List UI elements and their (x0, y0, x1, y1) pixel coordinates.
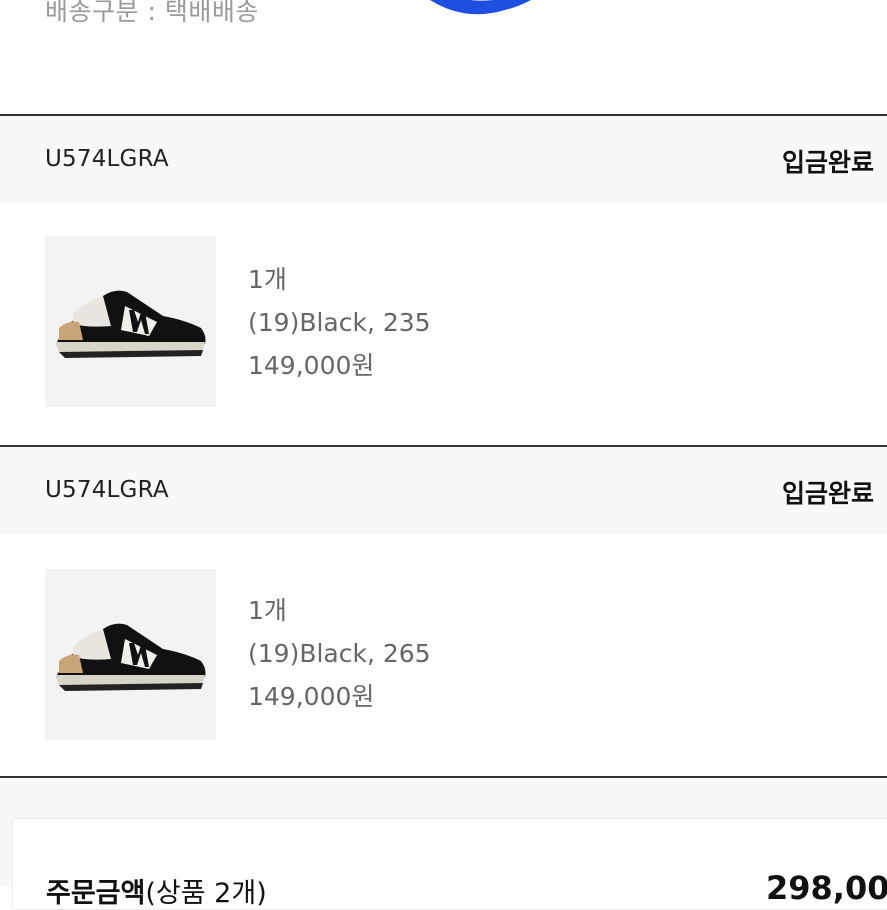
price: 149,000원 (248, 682, 375, 711)
price: 149,000원 (248, 351, 375, 380)
order-total: 298,000 (766, 869, 887, 907)
order-summary-card: 주문금액(상품 2개) 298,000 (12, 818, 887, 910)
order-header: U574LGRA 입금완료 (0, 447, 887, 534)
item-count: (상품 2개) (145, 878, 267, 909)
order-header: U574LGRA 입금완료 (0, 116, 887, 203)
quantity: 1개 (248, 265, 287, 294)
option: (19)Black, 235 (248, 308, 431, 337)
order-status: 입금완료 (782, 479, 875, 508)
redaction-scribble (430, 0, 531, 15)
order-info: 1개 (19)Black, 265 149,000원 (248, 589, 431, 718)
sneaker-image (45, 236, 216, 407)
model-code: U574LGRA (45, 477, 169, 503)
shipping-type-label: 배송구분 : 택배배송 (45, 0, 259, 26)
product-image[interactable] (45, 569, 216, 740)
order-amount-label: 주문금액 (46, 878, 146, 909)
order-status: 입금완료 (782, 148, 875, 177)
summary-label: 주문금액(상품 2개) (46, 871, 267, 910)
product-image[interactable] (45, 236, 216, 407)
quantity: 1개 (248, 596, 287, 625)
option: (19)Black, 265 (248, 639, 431, 668)
model-code: U574LGRA (45, 146, 169, 172)
order-info: 1개 (19)Black, 235 149,000원 (248, 258, 431, 387)
sneaker-image (45, 569, 216, 740)
